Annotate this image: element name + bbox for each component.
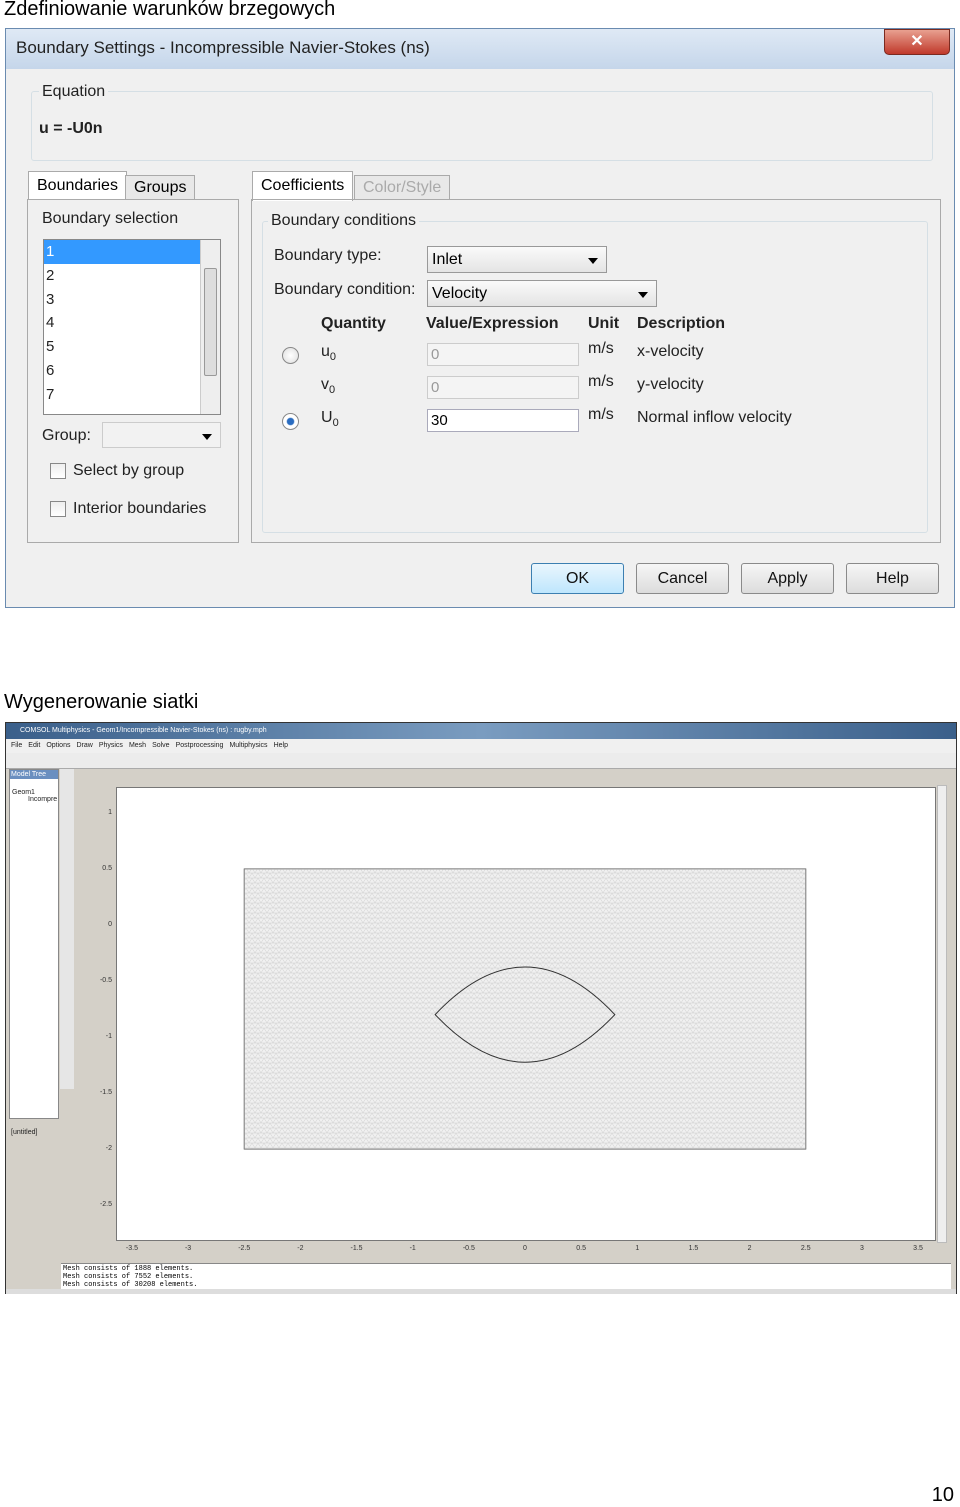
boundary-conditions-label: Boundary conditions xyxy=(268,212,419,230)
log-panel: Mesh consists of 1888 elements. Mesh con… xyxy=(61,1263,951,1291)
x-tick-label: -1.5 xyxy=(350,1245,363,1252)
unit: m/s xyxy=(588,406,614,423)
header-description: Description xyxy=(637,315,726,332)
log-line: Mesh consists of 30208 elements. xyxy=(63,1281,198,1289)
x-tick-label: 1.5 xyxy=(688,1245,699,1252)
log-line: Mesh consists of 7552 elements. xyxy=(63,1273,194,1281)
boundary-item[interactable]: 3 xyxy=(44,288,200,312)
interior-boundaries-checkbox[interactable] xyxy=(50,501,66,517)
quantity-name: U0 xyxy=(321,409,339,430)
help-button[interactable]: Help xyxy=(846,563,939,594)
y-tick-label: 0 xyxy=(108,921,112,928)
select-by-group-checkbox[interactable] xyxy=(50,463,66,479)
section-caption: Zdefiniowanie warunków brzegowych xyxy=(4,0,336,20)
x-tick-label: -3.5 xyxy=(125,1245,138,1252)
x-tick-label: -0.5 xyxy=(462,1245,475,1252)
y-tick-label: -2 xyxy=(105,1145,112,1152)
value-input[interactable]: 30 xyxy=(427,409,579,432)
x-tick-label: -3 xyxy=(184,1245,192,1252)
boundary-item[interactable]: 5 xyxy=(44,335,200,359)
equation-label: Equation xyxy=(39,83,109,101)
close-button[interactable]: ✕ xyxy=(884,29,950,55)
header-value: Value/Expression xyxy=(426,315,559,332)
boundary-type-label: Boundary type: xyxy=(274,247,382,264)
boundary-item[interactable]: 1 xyxy=(44,240,200,264)
quantity-name: u0 xyxy=(321,343,337,364)
boundary-condition-select[interactable]: Velocity xyxy=(427,280,657,307)
boundary-selection-label: Boundary selection xyxy=(42,210,179,227)
description: Normal inflow velocity xyxy=(637,409,792,426)
value-input[interactable]: 0 xyxy=(427,376,579,399)
equation: u = -U0n xyxy=(39,120,103,137)
boundary-item[interactable]: 7 xyxy=(44,383,200,407)
unit: m/s xyxy=(588,340,614,357)
cancel-button[interactable]: Cancel xyxy=(636,563,729,594)
tab-boundaries[interactable]: Boundaries xyxy=(28,171,127,201)
apply-button[interactable]: Apply xyxy=(741,563,834,594)
x-tick-label: 1 xyxy=(635,1245,640,1252)
y-tick-label: -2.5 xyxy=(99,1201,112,1208)
quantity-radio[interactable] xyxy=(282,347,299,364)
tab-color-style[interactable]: Color/Style xyxy=(354,175,451,199)
mesh-shading xyxy=(244,869,806,1149)
unit: m/s xyxy=(588,373,614,390)
boundary-list[interactable]: 1234567 xyxy=(43,239,221,415)
x-tick-label: 0 xyxy=(523,1245,527,1252)
quantity-name: v0 xyxy=(321,376,336,397)
value-input[interactable]: 0 xyxy=(427,343,579,366)
boundary-type-select[interactable]: Inlet xyxy=(427,246,607,273)
boundary-item[interactable]: 6 xyxy=(44,359,200,383)
description: x-velocity xyxy=(637,343,704,360)
status-bar xyxy=(6,1289,956,1294)
y-tick-label: -0.5 xyxy=(99,977,112,984)
x-tick-label: 2.5 xyxy=(800,1245,811,1252)
y-tick-label: -1.5 xyxy=(99,1089,112,1096)
scrollbar[interactable] xyxy=(200,240,220,414)
select-by-group-label: Select by group xyxy=(73,462,185,479)
boundary-item[interactable]: 2 xyxy=(44,264,200,288)
boundary-settings-dialog: Boundary Settings - Incompressible Navie… xyxy=(5,28,955,608)
x-tick-label: -2.5 xyxy=(238,1245,251,1252)
equation-group xyxy=(31,91,933,161)
x-tick-label: 3 xyxy=(859,1245,864,1252)
dialog-title: Boundary Settings - Incompressible Navie… xyxy=(6,29,954,69)
section-caption: Wygenerowanie siatki xyxy=(4,691,199,713)
page-number: 10 xyxy=(931,1484,954,1506)
interior-boundaries-label: Interior boundaries xyxy=(73,500,207,517)
y-tick-label: -1 xyxy=(105,1033,112,1040)
y-tick-label: 1 xyxy=(108,809,112,816)
x-tick-label: -2 xyxy=(297,1245,304,1252)
tab-coefficients[interactable]: Coefficients xyxy=(252,171,354,201)
tab-groups[interactable]: Groups xyxy=(125,175,196,199)
scroll-thumb[interactable] xyxy=(204,268,217,376)
group-select[interactable] xyxy=(102,422,221,448)
mesh-plot xyxy=(243,868,807,1150)
x-tick-label: 0.5 xyxy=(576,1245,586,1252)
group-label: Group: xyxy=(42,427,91,444)
x-tick-label: 3.5 xyxy=(913,1245,923,1252)
boundary-condition-label: Boundary condition: xyxy=(274,281,416,298)
quantity-radio[interactable] xyxy=(282,413,299,430)
x-tick-label: -1 xyxy=(409,1245,416,1252)
x-tick-label: 2 xyxy=(747,1245,752,1252)
boundary-item[interactable]: 4 xyxy=(44,311,200,335)
comsol-window: COMSOL Multiphysics - Geom1/Incompressib… xyxy=(5,722,957,1294)
header-quantity: Quantity xyxy=(321,315,386,332)
log-line: Mesh consists of 1888 elements. xyxy=(63,1265,194,1273)
ok-button[interactable]: OK xyxy=(531,563,624,594)
header-unit: Unit xyxy=(588,315,620,332)
y-tick-label: 0.5 xyxy=(102,865,112,872)
description: y-velocity xyxy=(637,376,704,393)
